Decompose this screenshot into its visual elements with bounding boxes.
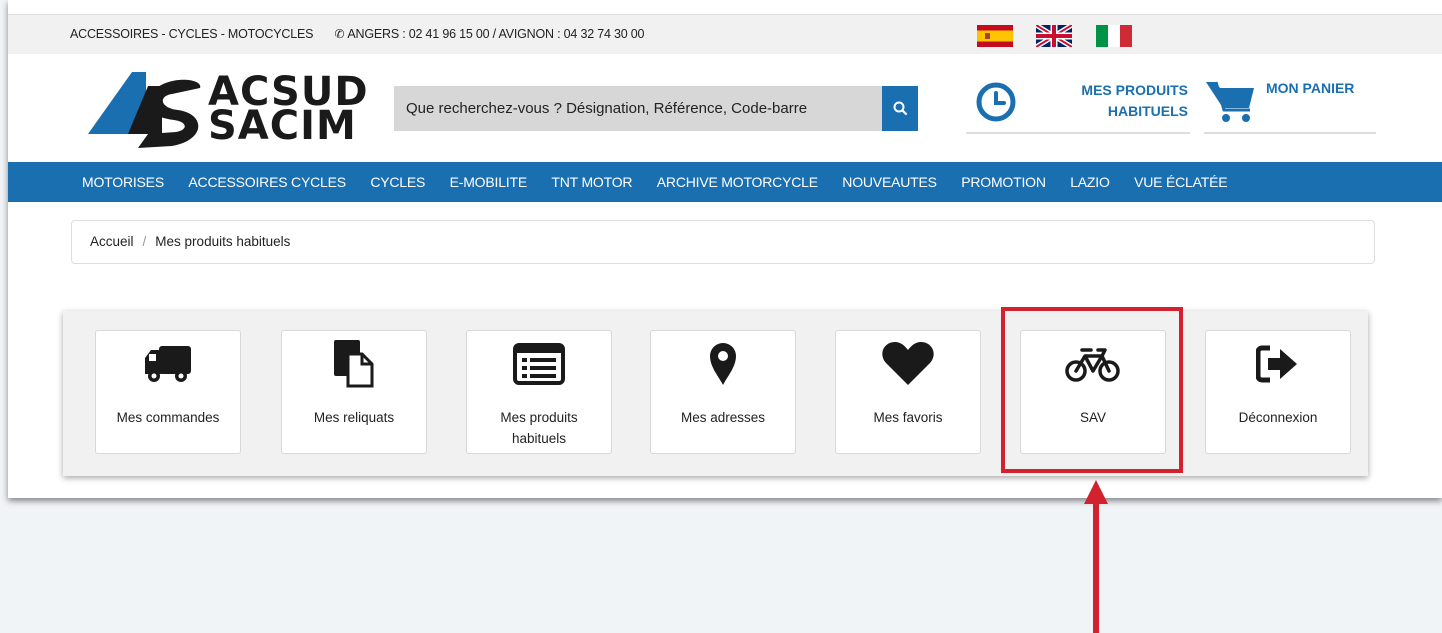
my-cart-link[interactable]: MON PANIER <box>1266 80 1354 96</box>
truck-icon <box>96 343 240 385</box>
my-usual-products-line2: HABITUELS <box>1107 103 1188 119</box>
phone-icon: ✆ <box>334 27 345 41</box>
menu-card-mes-adresses[interactable]: Mes adresses <box>650 330 796 454</box>
menu-card-label: Mes reliquats <box>313 410 395 425</box>
main-navigation: MOTORISES ACCESSOIRES CYCLES CYCLES E-MO… <box>8 162 1442 202</box>
annotation-highlight-box <box>1001 307 1183 473</box>
top-bar: ACCESSOIRES - CYCLES - MOTOCYCLES ✆ ANGER… <box>8 14 1442 54</box>
menu-card-mes-produits-habituels[interactable]: Mes produits habituels <box>466 330 612 454</box>
top-bar-phone: ✆ ANGERS : 02 41 96 15 00 / AVIGNON : 04 … <box>335 27 645 41</box>
menu-card-mes-favoris[interactable]: Mes favoris <box>835 330 981 454</box>
italian-flag-icon[interactable] <box>1095 25 1132 47</box>
my-usual-products-link[interactable]: MES PRODUITS HABITUELS <box>1048 80 1188 122</box>
menu-card-deconnexion[interactable]: Déconnexion <box>1205 330 1351 454</box>
nav-cycles[interactable]: CYCLES <box>370 174 425 190</box>
header: ACSUD SACIM MES PRODUITS HABITUELS <box>8 54 1442 162</box>
search-button[interactable] <box>882 86 918 131</box>
cart-icon[interactable] <box>1204 78 1258 129</box>
breadcrumb-home[interactable]: Accueil <box>90 234 134 249</box>
nav-archive-motorcycle[interactable]: ARCHIVE MOTORCYCLE <box>657 174 818 190</box>
sign-out-icon <box>1206 343 1350 385</box>
search-input[interactable] <box>394 86 882 131</box>
search-box <box>394 86 882 131</box>
divider <box>1204 132 1376 134</box>
logo-text-sacim: SACIM <box>208 103 357 149</box>
menu-card-label: Mes commandes <box>116 410 220 425</box>
menu-card-label: Mes favoris <box>873 410 943 425</box>
uk-flag-icon[interactable] <box>1036 25 1073 47</box>
logo-mark-icon <box>88 72 201 148</box>
spanish-flag-icon[interactable] <box>977 25 1013 47</box>
list-icon <box>467 343 611 385</box>
phone-numbers: ANGERS : 02 41 96 15 00 / AVIGNON : 04 3… <box>347 27 645 41</box>
breadcrumb-separator: / <box>142 234 147 249</box>
nav-vue-eclatee[interactable]: VUE ÉCLATÉE <box>1134 174 1227 190</box>
nav-accessoires-cycles[interactable]: ACCESSOIRES CYCLES <box>188 174 346 190</box>
menu-card-label: Mes adresses <box>680 410 766 425</box>
top-bar-text: ACCESSOIRES - CYCLES - MOTOCYCLES ✆ ANGER… <box>70 27 644 41</box>
language-flags <box>977 25 1152 47</box>
nav-tnt-motor[interactable]: TNT MOTOR <box>551 174 632 190</box>
search-icon <box>893 101 908 116</box>
breadcrumb-current: Mes produits habituels <box>155 234 291 249</box>
history-icon[interactable] <box>974 80 1022 133</box>
menu-card-mes-reliquats[interactable]: Mes reliquats <box>281 330 427 454</box>
nav-lazio[interactable]: LAZIO <box>1070 174 1110 190</box>
files-icon <box>282 340 426 388</box>
nav-e-mobilite[interactable]: E-MOBILITE <box>450 174 528 190</box>
top-bar-categories[interactable]: ACCESSOIRES - CYCLES - MOTOCYCLES <box>70 27 313 41</box>
nav-motorises[interactable]: MOTORISES <box>82 174 164 190</box>
menu-card-label: Mes produits habituels <box>500 410 578 446</box>
divider <box>966 132 1190 134</box>
menu-card-label: Déconnexion <box>1238 410 1318 425</box>
nav-promotion[interactable]: PROMOTION <box>961 174 1046 190</box>
nav-nouveautes[interactable]: NOUVEAUTES <box>842 174 937 190</box>
map-marker-icon <box>651 343 795 385</box>
annotation-arrow-icon <box>1084 480 1108 633</box>
my-usual-products-line1: MES PRODUITS <box>1081 82 1188 98</box>
acsud-sacim-logo[interactable]: ACSUD SACIM <box>88 72 368 152</box>
menu-card-mes-commandes[interactable]: Mes commandes <box>95 330 241 454</box>
breadcrumb: Accueil / Mes produits habituels <box>71 220 1375 264</box>
heart-icon <box>836 342 980 385</box>
